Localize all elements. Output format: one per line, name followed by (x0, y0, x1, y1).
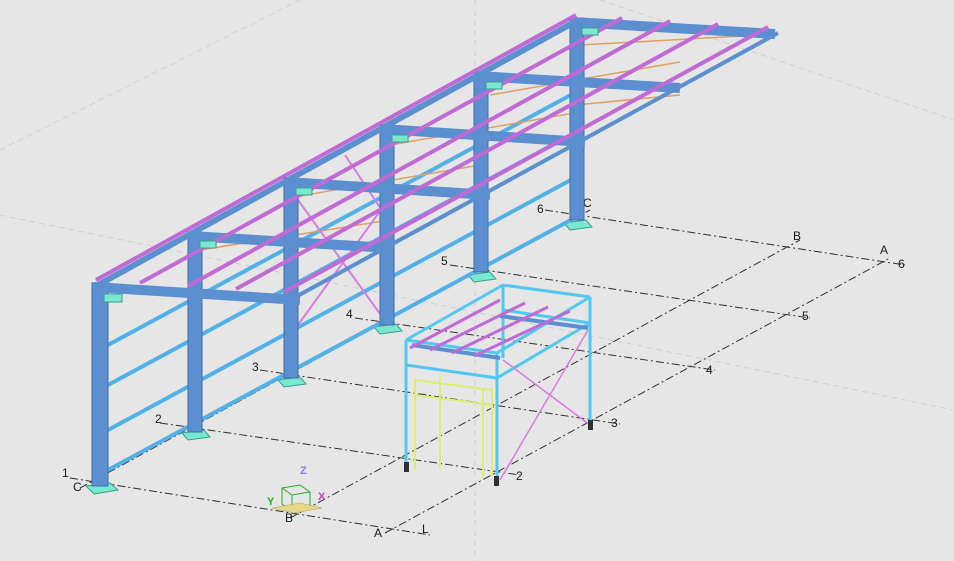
column-c1 (91, 282, 109, 487)
axis-label-y: Y (267, 496, 275, 508)
grid-label-row-3: 3 (252, 360, 259, 374)
grid-label-col-b-front: B (285, 511, 293, 525)
new-frame-structure (404, 283, 593, 486)
roof-purlins (95, 13, 769, 294)
grid-label-row-2: 2 (155, 412, 162, 426)
model-3d-viewport[interactable]: 1 C 2 3 4 5 6 C B A 6 5 4 3 2 B A L Z Y … (0, 0, 954, 561)
column-c5 (473, 71, 489, 273)
axis-label-x: X (318, 491, 326, 503)
grid-label-row-5: 5 (441, 254, 448, 268)
grid-label-right-6: 6 (898, 257, 905, 271)
column-c4 (379, 124, 395, 326)
grid-label-col-c-front: C (73, 480, 82, 494)
grid-label-col-a-front: A (374, 526, 382, 540)
grid-label-row-6: 6 (537, 202, 544, 216)
grid-label-right-5: 5 (802, 309, 809, 323)
grid-label-col-l-front: L (422, 522, 429, 536)
secondary-beams (289, 31, 779, 302)
grid-label-right-3: 3 (611, 416, 618, 430)
structure-model[interactable]: 1 C 2 3 4 5 6 C B A 6 5 4 3 2 B A L Z Y … (0, 0, 954, 561)
grid-label-right-2: 2 (516, 469, 523, 483)
grid-label-col-b-back: B (793, 229, 801, 243)
grid-label-row-4: 4 (346, 307, 353, 321)
axis-label-z: Z (300, 465, 307, 477)
axis-triad: Z Y X (267, 465, 326, 514)
grid-label-col-a-back: A (880, 243, 888, 257)
grid-label-row-1: 1 (62, 466, 69, 480)
column-c3 (283, 177, 299, 379)
column-c6 (569, 17, 585, 221)
grid-label-right-4: 4 (706, 363, 713, 377)
column-c2 (187, 231, 203, 433)
